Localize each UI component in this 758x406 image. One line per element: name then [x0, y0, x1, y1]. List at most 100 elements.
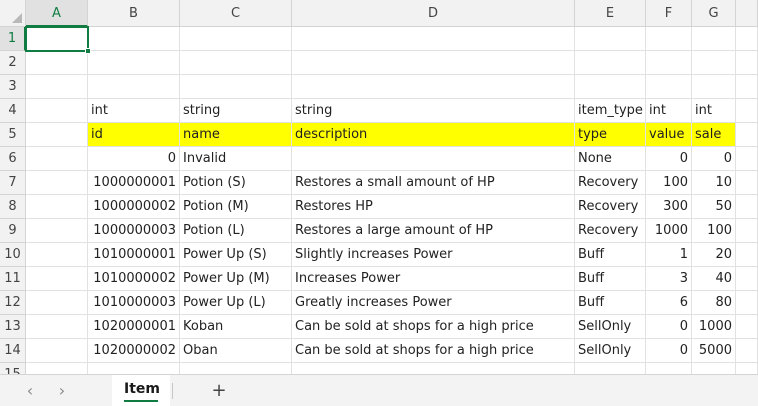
- cell-g6[interactable]: 0: [692, 147, 736, 171]
- cell-e7[interactable]: Recovery: [575, 171, 646, 195]
- cell-b15[interactable]: [88, 363, 180, 374]
- cell-d8[interactable]: Restores HP: [292, 195, 575, 219]
- cell-e8[interactable]: Recovery: [575, 195, 646, 219]
- cell-b1[interactable]: [88, 27, 180, 51]
- cell-f5[interactable]: value: [646, 123, 692, 147]
- column-header-f[interactable]: F: [646, 0, 692, 27]
- cell-e12[interactable]: Buff: [575, 291, 646, 315]
- cell-c1[interactable]: [180, 27, 292, 51]
- row-header-10[interactable]: 10: [0, 243, 26, 267]
- cell-d3[interactable]: [292, 75, 575, 99]
- row-header-5[interactable]: 5: [0, 123, 26, 147]
- row-header-15[interactable]: 15: [0, 363, 26, 374]
- cell-e14[interactable]: SellOnly: [575, 339, 646, 363]
- cell-d11[interactable]: Increases Power: [292, 267, 575, 291]
- cell-f6[interactable]: 0: [646, 147, 692, 171]
- cell-f8[interactable]: 300: [646, 195, 692, 219]
- cell-b6[interactable]: 0: [88, 147, 180, 171]
- cell-b5[interactable]: id: [88, 123, 180, 147]
- cell-a15[interactable]: [26, 363, 88, 374]
- cell-b4[interactable]: int: [88, 99, 180, 123]
- cell-b12[interactable]: 1010000003: [88, 291, 180, 315]
- cell-b9[interactable]: 1000000003: [88, 219, 180, 243]
- cell-d2[interactable]: [292, 51, 575, 75]
- cell-a6[interactable]: [26, 147, 88, 171]
- cell-g15[interactable]: [692, 363, 736, 374]
- cell-c5[interactable]: name: [180, 123, 292, 147]
- cell-g8[interactable]: 50: [692, 195, 736, 219]
- column-header-d[interactable]: D: [292, 0, 575, 27]
- cell-g11[interactable]: 40: [692, 267, 736, 291]
- cell-a11[interactable]: [26, 267, 88, 291]
- cell-b14[interactable]: 1020000002: [88, 339, 180, 363]
- cell-a2[interactable]: [26, 51, 88, 75]
- cell-e13[interactable]: SellOnly: [575, 315, 646, 339]
- row-header-1[interactable]: 1: [0, 27, 26, 51]
- row-header-7[interactable]: 7: [0, 171, 26, 195]
- row-header-12[interactable]: 12: [0, 291, 26, 315]
- cell-f12[interactable]: 6: [646, 291, 692, 315]
- cell-b2[interactable]: [88, 51, 180, 75]
- cell-d7[interactable]: Restores a small amount of HP: [292, 171, 575, 195]
- cell-g3[interactable]: [692, 75, 736, 99]
- cell-g1[interactable]: [692, 27, 736, 51]
- row-header-8[interactable]: 8: [0, 195, 26, 219]
- cell-d6[interactable]: [292, 147, 575, 171]
- cell-a7[interactable]: [26, 171, 88, 195]
- cell-g9[interactable]: 100: [692, 219, 736, 243]
- cell-g5[interactable]: sale: [692, 123, 736, 147]
- column-header-e[interactable]: E: [575, 0, 646, 27]
- cell-c8[interactable]: Potion (M): [180, 195, 292, 219]
- cell-e3[interactable]: [575, 75, 646, 99]
- cell-d5[interactable]: description: [292, 123, 575, 147]
- cell-b11[interactable]: 1010000002: [88, 267, 180, 291]
- cell-g4[interactable]: int: [692, 99, 736, 123]
- cell-b7[interactable]: 1000000001: [88, 171, 180, 195]
- row-header-9[interactable]: 9: [0, 219, 26, 243]
- cell-b10[interactable]: 1010000001: [88, 243, 180, 267]
- cell-c13[interactable]: Koban: [180, 315, 292, 339]
- cell-e6[interactable]: None: [575, 147, 646, 171]
- cell-c12[interactable]: Power Up (L): [180, 291, 292, 315]
- cell-c9[interactable]: Potion (L): [180, 219, 292, 243]
- cell-f15[interactable]: [646, 363, 692, 374]
- chevron-right-icon[interactable]: ›: [52, 381, 72, 401]
- cell-b8[interactable]: 1000000002: [88, 195, 180, 219]
- cell-c14[interactable]: Oban: [180, 339, 292, 363]
- cell-f3[interactable]: [646, 75, 692, 99]
- cell-e4[interactable]: item_type: [575, 99, 646, 123]
- spreadsheet-grid[interactable]: A B C D E F G 1 2 3 4 int string string item_type int in…: [0, 0, 758, 374]
- cell-d13[interactable]: Can be sold at shops for a high price: [292, 315, 575, 339]
- cell-f4[interactable]: int: [646, 99, 692, 123]
- cell-b3[interactable]: [88, 75, 180, 99]
- cell-f11[interactable]: 3: [646, 267, 692, 291]
- cell-a9[interactable]: [26, 219, 88, 243]
- cell-g10[interactable]: 20: [692, 243, 736, 267]
- cell-f1[interactable]: [646, 27, 692, 51]
- column-header-a[interactable]: A: [26, 0, 88, 27]
- cell-d10[interactable]: Slightly increases Power: [292, 243, 575, 267]
- cell-a1[interactable]: [26, 27, 88, 51]
- cell-a12[interactable]: [26, 291, 88, 315]
- column-header-g[interactable]: G: [692, 0, 736, 27]
- cell-c4[interactable]: string: [180, 99, 292, 123]
- cell-e15[interactable]: [575, 363, 646, 374]
- cell-d9[interactable]: Restores a large amount of HP: [292, 219, 575, 243]
- cell-f14[interactable]: 0: [646, 339, 692, 363]
- row-header-14[interactable]: 14: [0, 339, 26, 363]
- cell-e11[interactable]: Buff: [575, 267, 646, 291]
- cell-g7[interactable]: 10: [692, 171, 736, 195]
- cell-c2[interactable]: [180, 51, 292, 75]
- cell-e9[interactable]: Recovery: [575, 219, 646, 243]
- cell-c3[interactable]: [180, 75, 292, 99]
- cell-f7[interactable]: 100: [646, 171, 692, 195]
- cell-e1[interactable]: [575, 27, 646, 51]
- cell-a3[interactable]: [26, 75, 88, 99]
- cell-c15[interactable]: [180, 363, 292, 374]
- cell-d4[interactable]: string: [292, 99, 575, 123]
- cell-a8[interactable]: [26, 195, 88, 219]
- row-header-4[interactable]: 4: [0, 99, 26, 123]
- chevron-left-icon[interactable]: ‹: [20, 381, 40, 401]
- cell-g12[interactable]: 80: [692, 291, 736, 315]
- cell-f9[interactable]: 1000: [646, 219, 692, 243]
